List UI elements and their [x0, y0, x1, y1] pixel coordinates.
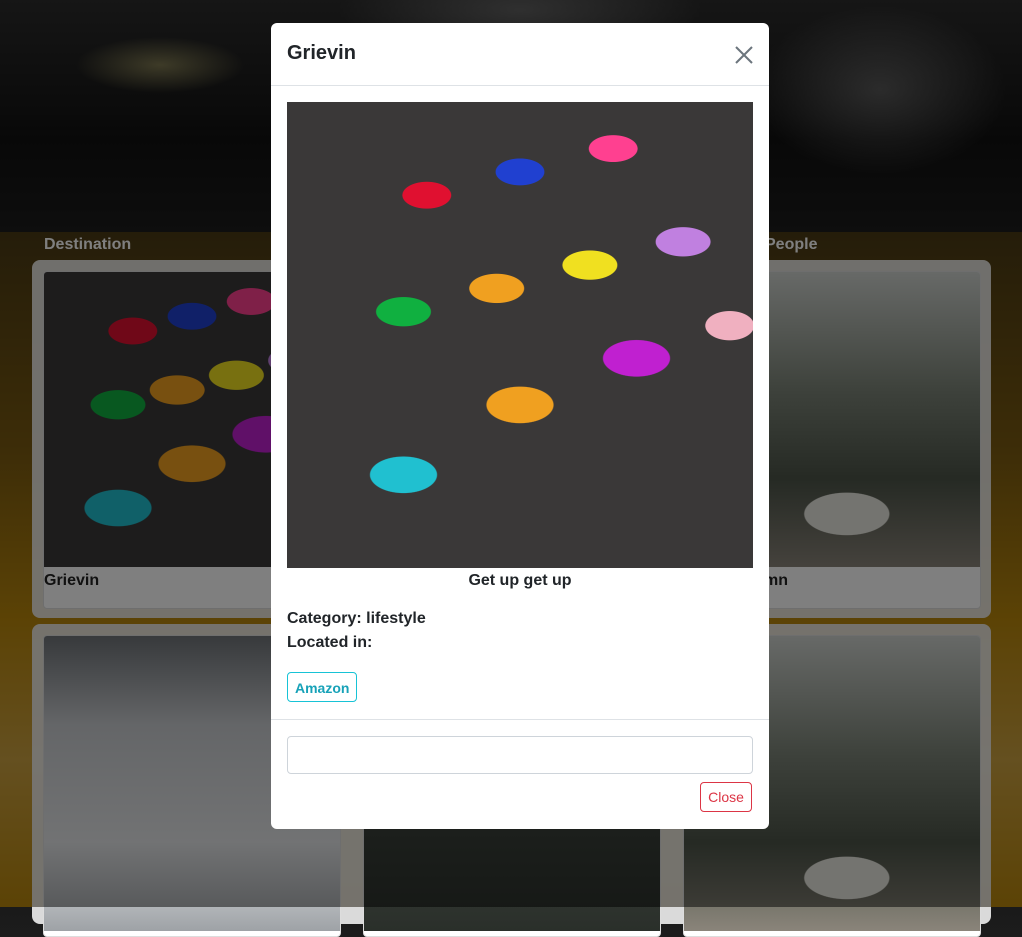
close-icon[interactable]	[733, 44, 755, 66]
amazon-link-button[interactable]: Amazon	[287, 672, 358, 702]
location-label: Located in:	[287, 634, 373, 651]
category-value: lifestyle	[366, 610, 426, 627]
location-line: Located in:	[287, 634, 372, 652]
category-label: Category:	[287, 610, 362, 627]
modal-header: Grievin	[271, 23, 769, 86]
close-button[interactable]: Close	[700, 782, 752, 812]
footer-text-input[interactable]	[287, 736, 753, 774]
modal-title: Grievin	[287, 42, 356, 64]
image-caption: Get up get up	[468, 572, 572, 589]
modal-image	[287, 102, 753, 568]
modal-footer: Close	[271, 719, 769, 829]
detail-modal: Grievin Get up get up Category: lifestyl…	[271, 23, 769, 829]
category-line: Category: lifestyle	[287, 610, 426, 628]
